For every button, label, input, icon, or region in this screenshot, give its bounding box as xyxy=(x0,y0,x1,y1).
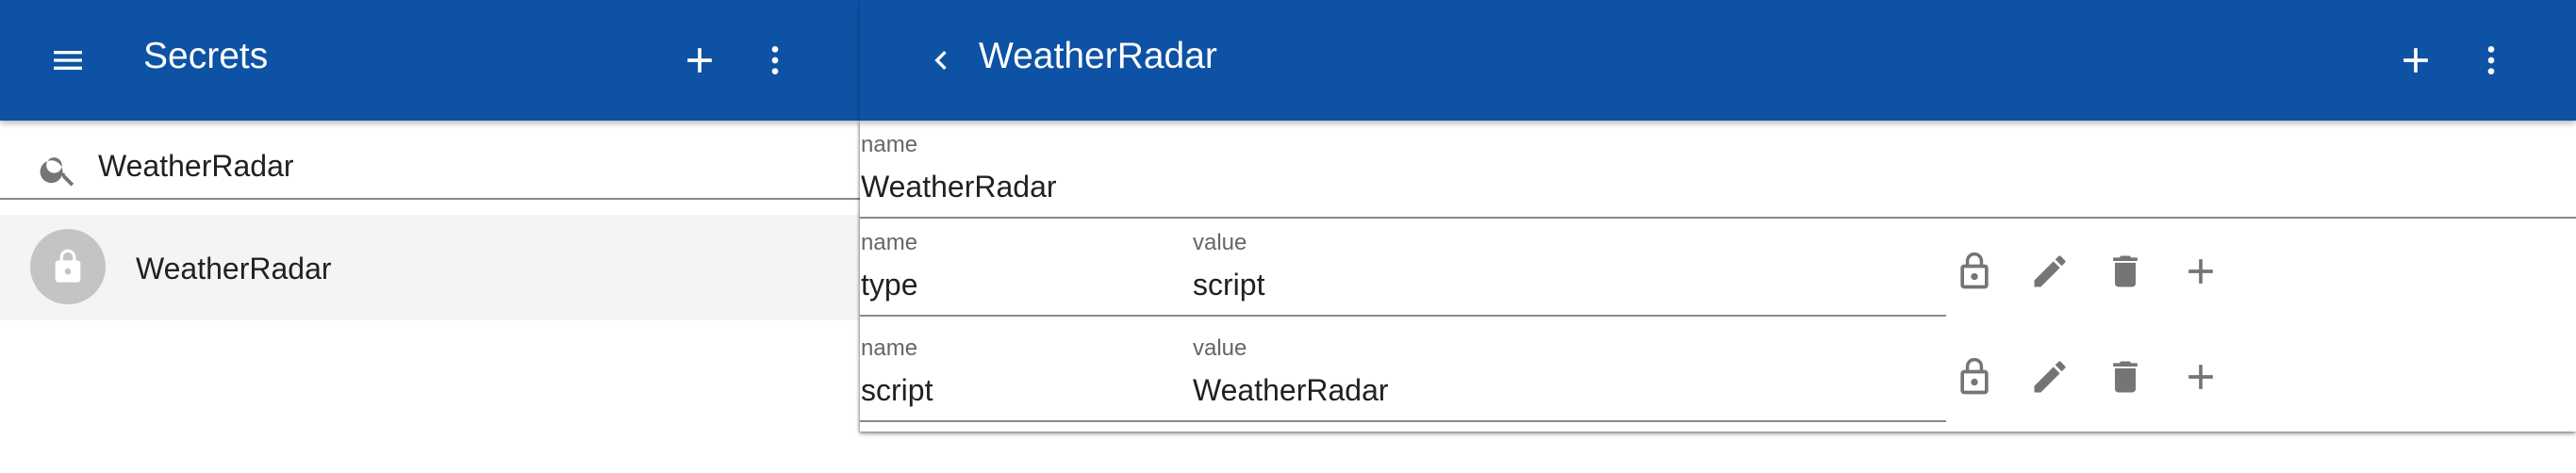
plus-icon xyxy=(2188,365,2213,389)
row-value-input[interactable]: WeatherRadar xyxy=(1193,373,1389,408)
delete-button[interactable] xyxy=(2095,241,2155,302)
back-button[interactable] xyxy=(911,30,971,90)
secret-list-item[interactable]: WeatherRadar xyxy=(0,215,860,320)
chevron-left-icon xyxy=(934,51,947,70)
add-row-button[interactable] xyxy=(2171,241,2231,302)
lock-open-icon xyxy=(1960,252,1989,289)
field-label: name xyxy=(861,335,918,361)
add-row-button[interactable] xyxy=(2171,347,2231,407)
row-value-input[interactable]: script xyxy=(1193,268,1264,302)
pencil-icon xyxy=(2034,361,2066,393)
more-options-button[interactable] xyxy=(745,30,805,90)
plus-icon xyxy=(687,48,712,73)
field-underline xyxy=(860,217,2576,219)
search-input[interactable]: WeatherRadar xyxy=(98,149,294,184)
field-label: value xyxy=(1193,230,1247,255)
avatar xyxy=(30,229,106,304)
search-field[interactable]: WeatherRadar xyxy=(0,121,860,200)
detail-app-bar: WeatherRadar xyxy=(860,0,2576,121)
add-field-button[interactable] xyxy=(2386,30,2446,90)
field-label: value xyxy=(1193,335,1247,361)
plus-icon xyxy=(2403,48,2428,73)
detail-more-options-button[interactable] xyxy=(2461,30,2521,90)
trash-icon xyxy=(2113,361,2138,393)
toggle-secret-button[interactable] xyxy=(1944,347,2005,407)
edit-button[interactable] xyxy=(2020,241,2080,302)
more-vertical-icon xyxy=(2487,46,2495,74)
field-underline xyxy=(860,315,1946,317)
list-item-label: WeatherRadar xyxy=(136,252,332,285)
trash-icon xyxy=(2113,255,2138,287)
secret-detail-card: name WeatherRadar name type value script xyxy=(860,121,2576,432)
field-label: name xyxy=(861,132,918,157)
plus-icon xyxy=(2188,259,2213,284)
toggle-secret-button[interactable] xyxy=(1944,241,2005,302)
field-underline xyxy=(860,420,1946,422)
more-vertical-icon xyxy=(771,46,779,74)
search-icon xyxy=(40,157,74,187)
page-title: Secrets xyxy=(143,36,269,76)
row-name-input[interactable]: type xyxy=(861,268,917,302)
app-root: Secrets WeatherRadar WeatherRadar Weathe… xyxy=(0,0,2576,473)
hamburger-menu-icon[interactable] xyxy=(38,30,98,90)
row-name-input[interactable]: script xyxy=(861,373,933,408)
field-label: name xyxy=(861,230,918,255)
pencil-icon xyxy=(2034,255,2066,287)
add-secret-button[interactable] xyxy=(669,30,730,90)
lock-icon xyxy=(55,249,81,283)
detail-title: WeatherRadar xyxy=(979,36,1217,76)
secret-name-input[interactable]: WeatherRadar xyxy=(861,170,1057,204)
lock-open-icon xyxy=(1960,357,1989,395)
edit-button[interactable] xyxy=(2020,347,2080,407)
secrets-app-bar: Secrets xyxy=(0,0,860,121)
delete-button[interactable] xyxy=(2095,347,2155,407)
